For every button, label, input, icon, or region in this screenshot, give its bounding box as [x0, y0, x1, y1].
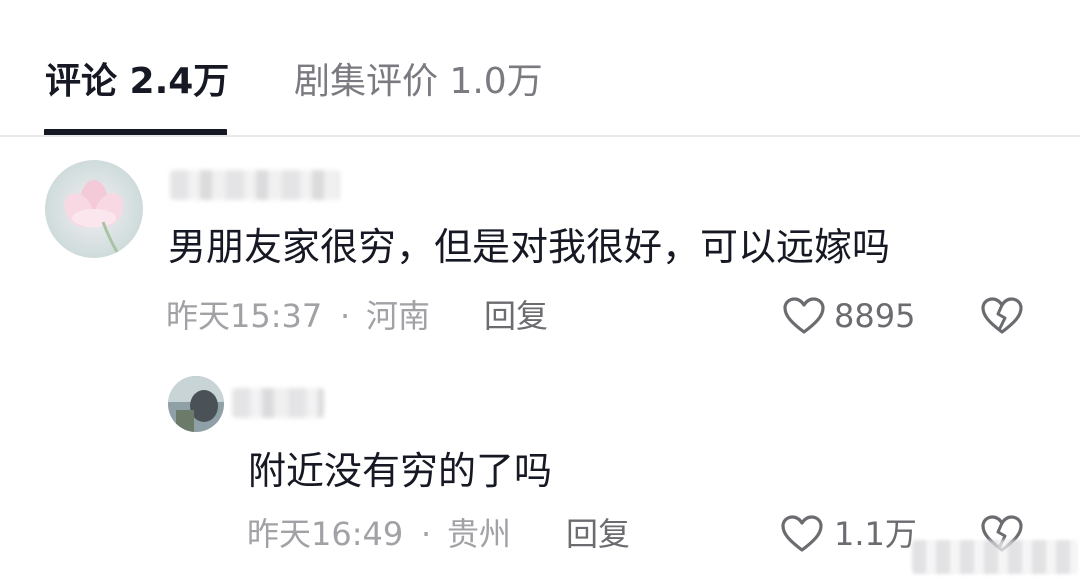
comment-text: 附近没有穷的了吗 — [248, 449, 553, 493]
comment-time: 昨天15:37 — [166, 297, 323, 335]
watermark-blurred — [912, 540, 1078, 574]
heart-outline-icon[interactable] — [782, 296, 826, 336]
heart-outline-icon[interactable] — [780, 514, 824, 554]
comment-tabs: 评论 2.4万 剧集评价 1.0万 — [0, 0, 1080, 136]
like-count: 1.1万 — [834, 515, 917, 553]
comment-location: 贵州 — [447, 515, 512, 553]
lotus-avatar-image — [45, 160, 143, 258]
avatar[interactable] — [45, 160, 143, 258]
tabs-divider — [0, 135, 1080, 137]
tab-comments[interactable]: 评论 2.4万 — [45, 56, 229, 108]
like-count: 8895 — [834, 297, 916, 335]
meta-separator: · — [421, 515, 432, 553]
comment-time: 昨天16:49 — [247, 515, 404, 553]
user-avatar-image — [168, 376, 224, 432]
reply-button[interactable]: 回复 — [566, 512, 630, 556]
avatar[interactable] — [168, 376, 224, 432]
comment-text: 男朋友家很穷，但是对我很好，可以远嫁吗 — [168, 225, 891, 269]
comment-location: 河南 — [366, 297, 431, 335]
tab-episode-reviews[interactable]: 剧集评价 1.0万 — [294, 56, 543, 108]
reply-button[interactable]: 回复 — [484, 294, 548, 338]
username-blurred[interactable] — [232, 388, 324, 418]
meta-separator: · — [340, 297, 351, 335]
username-blurred[interactable] — [170, 170, 340, 200]
broken-heart-icon[interactable] — [980, 296, 1024, 336]
